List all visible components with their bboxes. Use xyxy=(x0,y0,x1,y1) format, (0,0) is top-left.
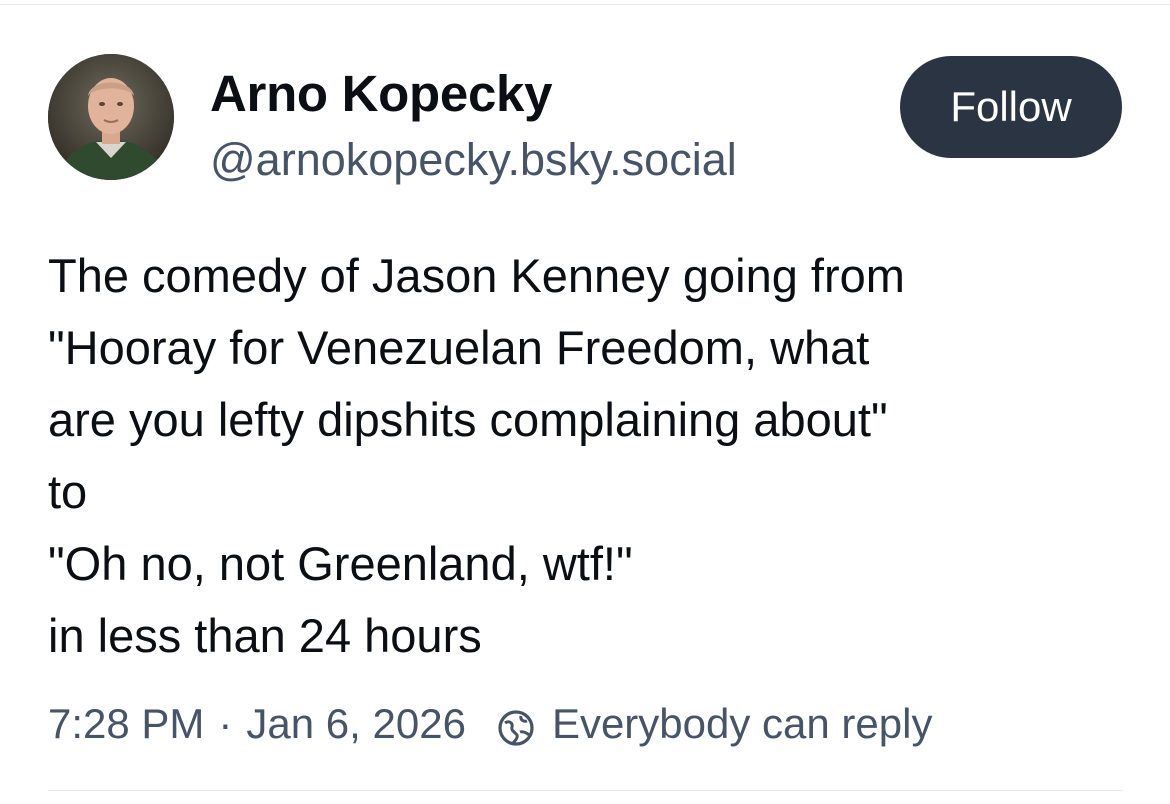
post-text-line: The comedy of Jason Kenney going from xyxy=(48,249,905,302)
handle[interactable]: @arnokopecky.bsky.social xyxy=(210,128,737,192)
post-text-line: to xyxy=(48,465,88,518)
post-text-line: are you lefty dipshits complaining about… xyxy=(48,393,888,446)
post-date: Jan 6, 2026 xyxy=(246,700,466,747)
post-text-line: "Hooray for Venezuelan Freedom, what xyxy=(48,321,870,374)
post-time: 7:28 PM xyxy=(48,700,205,747)
post-text-line: "Oh no, not Greenland, wtf!" xyxy=(48,537,633,590)
bottom-divider xyxy=(48,790,1122,791)
post-header: Arno Kopecky @arnokopecky.bsky.social Fo… xyxy=(48,54,1122,185)
meta-separator: · xyxy=(218,700,233,747)
post-text: The comedy of Jason Kenney going from "H… xyxy=(48,240,1130,672)
post-container: Arno Kopecky @arnokopecky.bsky.social Fo… xyxy=(0,0,1170,804)
follow-button[interactable]: Follow xyxy=(900,56,1122,158)
top-divider xyxy=(0,4,1170,5)
post-text-line: in less than 24 hours xyxy=(48,609,482,662)
post-meta: 7:28 PM · Jan 6, 2026 Everybody can repl… xyxy=(48,694,932,754)
reply-setting[interactable]: Everybody can reply xyxy=(552,694,933,754)
display-name[interactable]: Arno Kopecky xyxy=(210,60,737,128)
author-info: Arno Kopecky @arnokopecky.bsky.social xyxy=(210,60,737,192)
avatar[interactable] xyxy=(48,54,174,180)
earth-icon xyxy=(496,704,536,746)
